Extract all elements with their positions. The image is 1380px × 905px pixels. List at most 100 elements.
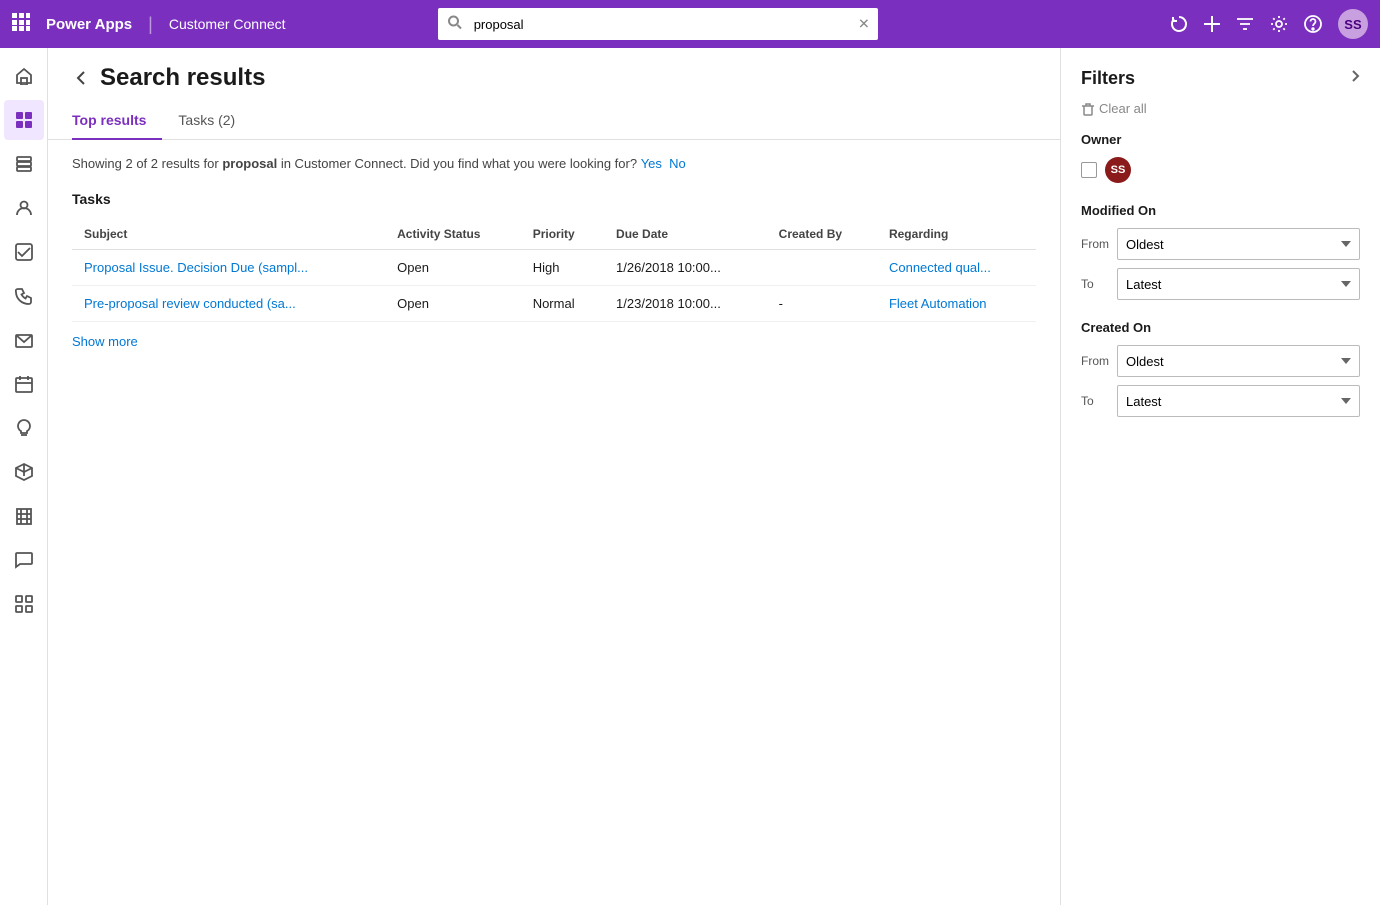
- created-to-row: To Oldest Latest Custom: [1081, 385, 1360, 417]
- results-summary: Showing 2 of 2 results for proposal in C…: [72, 156, 1036, 171]
- row1-regarding: Connected qual...: [877, 250, 1036, 286]
- row1-regarding-link[interactable]: Connected qual...: [889, 260, 991, 275]
- owner-filter-section: Owner SS: [1081, 132, 1360, 183]
- sidebar: [0, 48, 48, 905]
- row2-subject: Pre-proposal review conducted (sa...: [72, 286, 385, 322]
- modified-on-title: Modified On: [1081, 203, 1360, 218]
- modified-from-select[interactable]: Oldest Latest Custom: [1117, 228, 1360, 260]
- table-row: Proposal Issue. Decision Due (sampl... O…: [72, 250, 1036, 286]
- created-to-select[interactable]: Oldest Latest Custom: [1117, 385, 1360, 417]
- content-area: Search results Top results Tasks (2) Sho…: [48, 48, 1060, 905]
- col-subject: Subject: [72, 219, 385, 250]
- env-name: Customer Connect: [169, 16, 286, 32]
- col-activity-status: Activity Status: [385, 219, 521, 250]
- sidebar-item-contacts[interactable]: [4, 188, 44, 228]
- summary-prefix: Showing 2 of 2 results for: [72, 156, 222, 171]
- results-body: Showing 2 of 2 results for proposal in C…: [48, 140, 1060, 905]
- created-on-filter-section: Created On From Oldest Latest Custom To …: [1081, 320, 1360, 417]
- sidebar-item-calendar[interactable]: [4, 364, 44, 404]
- modified-to-row: To Oldest Latest Custom: [1081, 268, 1360, 300]
- row1-created-by: [767, 250, 877, 286]
- col-created-by: Created By: [767, 219, 877, 250]
- search-wrapper: ✕: [438, 8, 878, 40]
- owner-section-title: Owner: [1081, 132, 1360, 147]
- row2-subject-link[interactable]: Pre-proposal review conducted (sa...: [84, 296, 296, 311]
- settings-icon[interactable]: [1270, 15, 1288, 33]
- back-button[interactable]: [72, 69, 90, 87]
- sidebar-item-apps[interactable]: [4, 584, 44, 624]
- row1-priority: High: [521, 250, 604, 286]
- row2-regarding-link[interactable]: Fleet Automation: [889, 296, 987, 311]
- col-due-date: Due Date: [604, 219, 767, 250]
- page-header: Search results: [48, 48, 1060, 92]
- table-row: Pre-proposal review conducted (sa... Ope…: [72, 286, 1036, 322]
- filters-title: Filters: [1081, 68, 1135, 89]
- col-regarding: Regarding: [877, 219, 1036, 250]
- sidebar-item-home[interactable]: [4, 56, 44, 96]
- created-to-label: To: [1081, 394, 1109, 408]
- topbar: Power Apps | Customer Connect ✕: [0, 0, 1380, 48]
- created-from-row: From Oldest Latest Custom: [1081, 345, 1360, 377]
- topbar-divider: |: [148, 14, 153, 35]
- show-more-link[interactable]: Show more: [72, 334, 138, 349]
- summary-middle: in Customer Connect. Did you find what y…: [277, 156, 637, 171]
- row1-subject-link[interactable]: Proposal Issue. Decision Due (sampl...: [84, 260, 308, 275]
- summary-keyword: proposal: [222, 156, 277, 171]
- created-from-label: From: [1081, 354, 1109, 368]
- sidebar-item-records[interactable]: [4, 144, 44, 184]
- yes-link[interactable]: Yes: [641, 156, 662, 171]
- owner-avatar[interactable]: SS: [1105, 157, 1131, 183]
- results-table: Subject Activity Status Priority Due Dat…: [72, 219, 1036, 322]
- filters-chevron-icon[interactable]: [1350, 69, 1360, 88]
- filters-panel: Filters Clear all Owner SS Modifi: [1060, 48, 1380, 905]
- page-title: Search results: [100, 64, 265, 92]
- search-clear-icon[interactable]: ✕: [858, 16, 870, 33]
- col-priority: Priority: [521, 219, 604, 250]
- row2-priority: Normal: [521, 286, 604, 322]
- row2-status: Open: [385, 286, 521, 322]
- modified-from-label: From: [1081, 237, 1109, 251]
- sidebar-item-chat[interactable]: [4, 540, 44, 580]
- plus-icon[interactable]: [1204, 16, 1220, 32]
- sidebar-item-packages[interactable]: [4, 452, 44, 492]
- row1-status: Open: [385, 250, 521, 286]
- filters-header: Filters: [1081, 68, 1360, 89]
- tasks-section-title: Tasks: [72, 191, 1036, 207]
- row2-regarding: Fleet Automation: [877, 286, 1036, 322]
- modified-on-range: From Oldest Latest Custom To Oldest Late…: [1081, 228, 1360, 300]
- tab-tasks[interactable]: Tasks (2): [162, 104, 251, 140]
- search-input[interactable]: [438, 8, 878, 40]
- modified-to-label: To: [1081, 277, 1109, 291]
- created-on-title: Created On: [1081, 320, 1360, 335]
- app-name: Power Apps: [46, 16, 132, 33]
- modified-to-select[interactable]: Oldest Latest Custom: [1117, 268, 1360, 300]
- no-link[interactable]: No: [669, 156, 686, 171]
- row1-due-date: 1/26/2018 10:00...: [604, 250, 767, 286]
- sidebar-item-phone[interactable]: [4, 276, 44, 316]
- sync-icon[interactable]: [1170, 15, 1188, 33]
- help-icon[interactable]: [1304, 15, 1322, 33]
- created-from-select[interactable]: Oldest Latest Custom: [1117, 345, 1360, 377]
- sidebar-item-dashboard[interactable]: [4, 100, 44, 140]
- sidebar-item-email[interactable]: [4, 320, 44, 360]
- created-on-range: From Oldest Latest Custom To Oldest Late…: [1081, 345, 1360, 417]
- main-layout: Search results Top results Tasks (2) Sho…: [0, 48, 1380, 905]
- clear-all-button[interactable]: Clear all: [1081, 101, 1147, 116]
- row2-created-by: -: [767, 286, 877, 322]
- clear-all-label: Clear all: [1099, 101, 1147, 116]
- topbar-icons: SS: [1170, 9, 1368, 39]
- tabs-bar: Top results Tasks (2): [48, 92, 1060, 140]
- search-icon: [448, 16, 462, 33]
- owner-row: SS: [1081, 157, 1360, 183]
- owner-checkbox[interactable]: [1081, 162, 1097, 178]
- sidebar-item-tasks[interactable]: [4, 232, 44, 272]
- row1-subject: Proposal Issue. Decision Due (sampl...: [72, 250, 385, 286]
- tab-top-results[interactable]: Top results: [72, 104, 162, 140]
- sidebar-item-building[interactable]: [4, 496, 44, 536]
- modified-from-row: From Oldest Latest Custom: [1081, 228, 1360, 260]
- grid-icon[interactable]: [12, 13, 30, 36]
- filter-icon[interactable]: [1236, 16, 1254, 32]
- sidebar-item-ideas[interactable]: [4, 408, 44, 448]
- user-avatar[interactable]: SS: [1338, 9, 1368, 39]
- row2-due-date: 1/23/2018 10:00...: [604, 286, 767, 322]
